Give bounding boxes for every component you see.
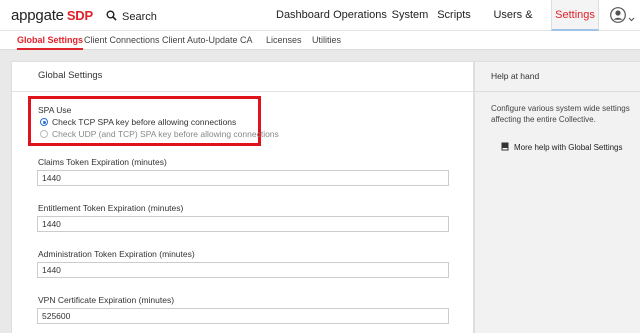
claims-token-label: Claims Token Expiration (minutes) xyxy=(38,157,167,167)
nav-system[interactable]: System xyxy=(390,0,430,31)
search-button[interactable]: Search xyxy=(106,8,157,26)
nav-operations[interactable]: Operations xyxy=(332,0,388,31)
more-help-link[interactable]: More help with Global Settings xyxy=(501,142,623,153)
user-avatar-icon xyxy=(610,7,626,28)
chevron-down-icon xyxy=(628,9,635,27)
logo-text: appgate xyxy=(11,7,64,24)
settings-subnav: Global Settings Client Connections Clien… xyxy=(0,31,640,50)
nav-scripts[interactable]: Scripts xyxy=(434,0,474,31)
appgate-logo[interactable]: appgate SDP xyxy=(11,7,93,24)
spa-use-label: SPA Use xyxy=(38,105,72,115)
panel-title: Global Settings xyxy=(12,62,473,92)
help-text: Configure various system wide settings a… xyxy=(491,104,630,124)
radio-button-checked[interactable] xyxy=(40,118,48,126)
vpn-certificate-label: VPN Certificate Expiration (minutes) xyxy=(38,295,175,305)
nav-dashboard[interactable]: Dashboard xyxy=(276,0,330,31)
user-menu[interactable] xyxy=(610,7,635,28)
spa-option-tcp-label: Check TCP SPA key before allowing connec… xyxy=(52,117,237,127)
entitlement-token-input[interactable]: 1440 xyxy=(37,216,449,232)
entitlement-token-label: Entitlement Token Expiration (minutes) xyxy=(38,203,184,213)
help-panel: Help at hand Configure various system wi… xyxy=(474,61,640,333)
tab-ca[interactable]: CA xyxy=(240,31,253,50)
tab-licenses[interactable]: Licenses xyxy=(266,31,302,50)
spa-option-tcp[interactable]: Check TCP SPA key before allowing connec… xyxy=(40,117,236,127)
book-icon xyxy=(501,142,509,153)
tab-client-connections[interactable]: Client Connections xyxy=(84,31,160,50)
top-bar: appgate SDP Search Dashboard Operations S… xyxy=(0,0,640,52)
radio-button-unchecked[interactable] xyxy=(40,130,48,138)
tab-client-auto-update[interactable]: Client Auto-Update xyxy=(162,31,238,50)
more-help-link-label: More help with Global Settings xyxy=(514,143,623,152)
search-icon xyxy=(106,8,117,26)
spa-option-udp[interactable]: Check UDP (and TCP) SPA key before allow… xyxy=(40,129,279,139)
spa-option-udp-label: Check UDP (and TCP) SPA key before allow… xyxy=(52,129,279,139)
search-label: Search xyxy=(122,11,157,23)
claims-token-input[interactable]: 1440 xyxy=(37,170,449,186)
nav-users-devices[interactable]: Users & Devices xyxy=(477,0,549,52)
administration-token-input[interactable]: 1440 xyxy=(37,262,449,278)
nav-settings[interactable]: Settings xyxy=(551,0,599,31)
tab-utilities[interactable]: Utilities xyxy=(312,31,341,50)
logo-suffix: SDP xyxy=(66,8,93,23)
vpn-certificate-input[interactable]: 525600 xyxy=(37,308,449,324)
administration-token-label: Administration Token Expiration (minutes… xyxy=(38,249,195,259)
help-title: Help at hand xyxy=(475,62,640,92)
tab-global-settings[interactable]: Global Settings xyxy=(17,31,84,50)
